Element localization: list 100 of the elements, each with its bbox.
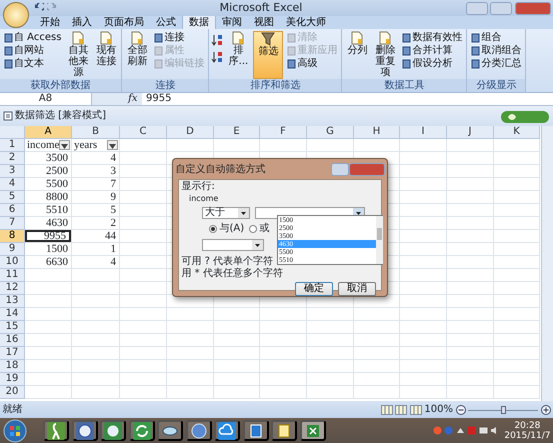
ok-button[interactable]: 确定	[295, 282, 333, 296]
column-header[interactable]: E	[214, 126, 260, 139]
table-cell[interactable]	[354, 386, 400, 399]
table-cell[interactable]	[120, 230, 167, 243]
table-cell[interactable]	[120, 373, 167, 386]
table-cell[interactable]	[400, 165, 447, 178]
row-header[interactable]: 16	[0, 334, 25, 347]
table-cell[interactable]	[354, 308, 400, 321]
ribbon-button[interactable]: 自 Access	[2, 31, 64, 44]
taskbar-button[interactable]	[100, 420, 126, 441]
filter-dropdown-button[interactable]	[107, 140, 118, 150]
table-cell[interactable]	[447, 178, 494, 191]
table-cell[interactable]	[400, 334, 447, 347]
table-cell[interactable]	[167, 139, 214, 152]
table-cell[interactable]	[72, 360, 120, 373]
undo-icon[interactable]	[34, 3, 44, 13]
table-cell[interactable]	[494, 308, 540, 321]
table-cell[interactable]	[120, 360, 167, 373]
table-cell[interactable]	[447, 321, 494, 334]
table-cell[interactable]	[214, 321, 260, 334]
row-header[interactable]: 7	[0, 217, 25, 230]
table-cell[interactable]	[447, 191, 494, 204]
table-cell[interactable]	[447, 152, 494, 165]
column-header[interactable]: I	[400, 126, 447, 139]
table-cell[interactable]	[400, 152, 447, 165]
formula-field[interactable]: 9955	[142, 93, 553, 105]
table-cell[interactable]	[494, 282, 540, 295]
column-header[interactable]: D	[167, 126, 214, 139]
sort-descending-icon[interactable]	[211, 50, 224, 62]
table-cell[interactable]	[120, 178, 167, 191]
table-cell[interactable]	[494, 373, 540, 386]
ribbon-button[interactable]: 合并计算	[400, 44, 464, 57]
table-cell[interactable]	[260, 386, 307, 399]
table-cell[interactable]	[494, 191, 540, 204]
table-cell[interactable]	[72, 269, 120, 282]
table-cell[interactable]	[494, 321, 540, 334]
table-cell[interactable]	[400, 373, 447, 386]
table-cell[interactable]	[120, 282, 167, 295]
column-header[interactable]: C	[120, 126, 167, 139]
table-cell[interactable]: 9955	[25, 230, 72, 243]
table-cell[interactable]	[494, 295, 540, 308]
table-cell[interactable]	[494, 347, 540, 360]
close-button[interactable]	[348, 162, 384, 176]
sort-ascending-icon[interactable]	[211, 34, 224, 46]
table-cell[interactable]	[400, 308, 447, 321]
taskbar-button[interactable]	[128, 420, 154, 441]
insert-function-button[interactable]: fx	[126, 93, 140, 105]
table-cell[interactable]	[400, 139, 447, 152]
table-cell[interactable]	[494, 360, 540, 373]
name-box[interactable]: A8	[0, 93, 92, 105]
table-cell[interactable]	[447, 386, 494, 399]
table-cell[interactable]	[120, 321, 167, 334]
row-header[interactable]: 12	[0, 282, 25, 295]
ribbon-button[interactable]: 现有连接	[93, 31, 120, 79]
table-cell[interactable]	[120, 152, 167, 165]
zoom-out-icon[interactable]	[456, 404, 466, 414]
table-cell[interactable]	[120, 204, 167, 217]
taskbar-button[interactable]	[43, 420, 69, 441]
row-header[interactable]: 17	[0, 347, 25, 360]
taskbar-button[interactable]	[300, 420, 326, 441]
table-cell[interactable]	[494, 334, 540, 347]
table-cell[interactable]	[354, 334, 400, 347]
table-cell[interactable]	[400, 295, 447, 308]
table-cell[interactable]	[494, 217, 540, 230]
row-header[interactable]: 9	[0, 243, 25, 256]
table-cell[interactable]	[494, 139, 540, 152]
ribbon-button[interactable]: 组合	[469, 31, 524, 44]
row-header[interactable]: 20	[0, 386, 25, 399]
ribbon-button[interactable]: 自其他来源	[65, 31, 92, 79]
menu-tab[interactable]: 开始	[34, 16, 66, 29]
row-header[interactable]: 18	[0, 360, 25, 373]
table-cell[interactable]	[400, 178, 447, 191]
column-header[interactable]: K	[494, 126, 540, 139]
table-cell[interactable]: 2500	[25, 165, 72, 178]
table-cell[interactable]	[25, 373, 72, 386]
table-cell[interactable]	[447, 360, 494, 373]
list-scrollbar[interactable]	[376, 216, 383, 264]
table-cell[interactable]: 5	[72, 204, 120, 217]
row-header[interactable]: 19	[0, 373, 25, 386]
table-cell[interactable]	[354, 347, 400, 360]
table-cell[interactable]	[214, 139, 260, 152]
ribbon-button[interactable]: 自网站	[2, 44, 64, 57]
table-cell[interactable]	[167, 347, 214, 360]
table-cell[interactable]	[167, 321, 214, 334]
table-cell[interactable]	[167, 386, 214, 399]
table-cell[interactable]	[25, 308, 72, 321]
table-cell[interactable]	[120, 217, 167, 230]
ribbon-button[interactable]: 高级	[285, 57, 340, 70]
table-cell[interactable]	[494, 386, 540, 399]
table-cell[interactable]	[400, 243, 447, 256]
table-cell[interactable]	[447, 347, 494, 360]
table-cell[interactable]: 8800	[25, 191, 72, 204]
table-cell[interactable]: 9	[72, 191, 120, 204]
radio-button[interactable]	[249, 224, 258, 232]
table-cell[interactable]	[307, 308, 354, 321]
table-cell[interactable]	[260, 347, 307, 360]
tray-expand-icon[interactable]	[456, 426, 465, 435]
table-cell[interactable]	[354, 321, 400, 334]
table-cell[interactable]	[307, 373, 354, 386]
table-cell[interactable]	[260, 308, 307, 321]
